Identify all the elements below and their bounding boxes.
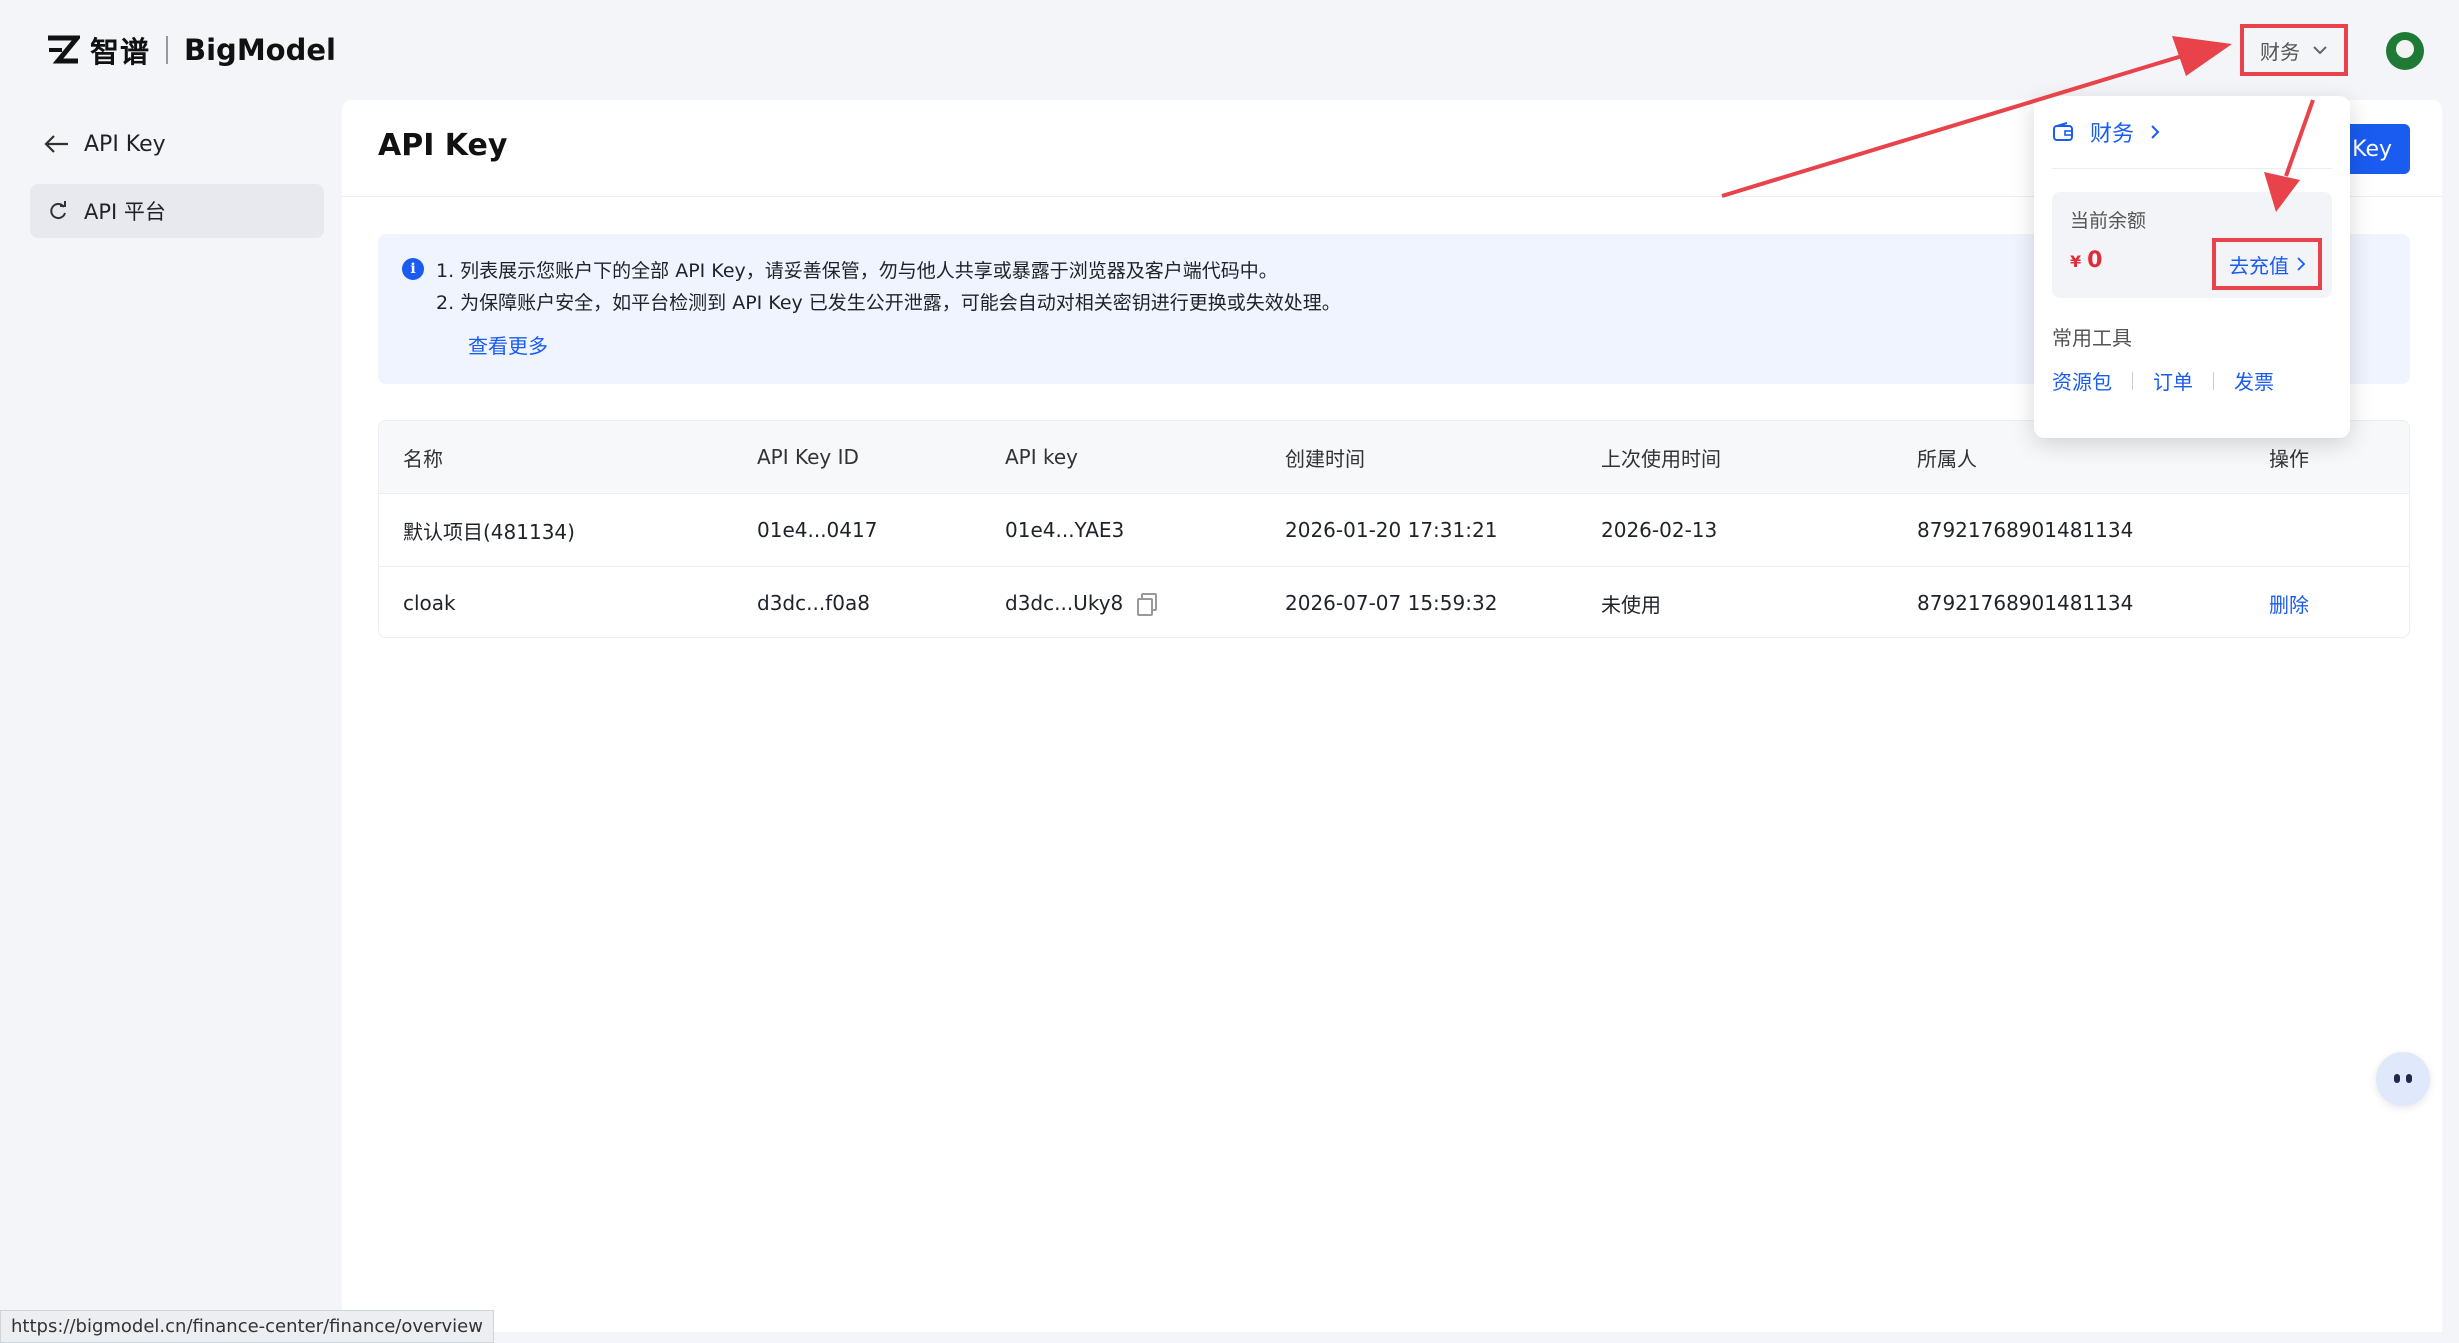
user-avatar[interactable] [2386,32,2424,70]
logo-en-text: BigModel [184,33,336,67]
cell-name: 默认项目(481134) [403,519,575,544]
sidebar-item-api-platform[interactable]: API 平台 [30,184,324,238]
logo[interactable]: 智谱 BigModel [46,30,336,70]
currency-symbol: ¥ [2070,252,2082,271]
api-key-text: d3dc...Uky8 [1005,591,1124,615]
tools-row: 资源包 订单 发票 [2052,366,2274,395]
cell-owner: 87921768901481134 [1917,591,2134,615]
tool-resource-pack[interactable]: 资源包 [2052,366,2112,395]
back-link-label: API Key [84,131,166,157]
cell-key-id: d3dc...f0a8 [757,591,870,615]
tool-orders[interactable]: 订单 [2153,366,2193,395]
column-header-owner: 所属人 [1917,446,1977,471]
column-header-key-id: API Key ID [757,445,859,469]
cell-key-id: 01e4...0417 [757,518,878,542]
finance-center-label: 财务 [2090,122,2135,147]
finance-menu-label: 财务 [2260,39,2300,64]
top-header: 智谱 BigModel 财务 [0,0,2459,100]
wallet-icon [2053,122,2073,141]
balance-card: 当前余额 ¥0 去充值 [2052,192,2332,298]
column-header-name: 名称 [403,446,443,471]
refresh-icon [50,201,66,220]
cell-last-used: 2026-02-13 [1601,518,1718,542]
balance-label: 当前余额 [2070,210,2147,232]
recharge-button[interactable]: 去充值 [2212,238,2322,290]
copy-icon[interactable] [1137,593,1158,616]
finance-center-link[interactable]: 财务 [2052,116,2160,148]
finance-menu-trigger[interactable]: 财务 [2240,24,2348,76]
cell-last-used: 未使用 [1601,592,1661,617]
tool-invoices[interactable]: 发票 [2234,366,2274,395]
api-key-table: 名称 API Key ID API key 创建时间 上次使用时间 所属人 操作… [378,420,2410,638]
cell-api-key: d3dc...Uky8 [1005,567,1158,637]
tools-label: 常用工具 [2052,326,2132,350]
sidebar-item-label: API 平台 [84,200,166,224]
assistant-bot-icon[interactable] [2376,1052,2430,1106]
notice-line-2: 2. 为保障账户安全，如平台检测到 API Key 已发生公开泄露，可能会自动对… [436,292,1341,314]
zhipu-logo-icon [48,35,80,64]
info-icon: i [402,258,424,280]
balance-amount: 0 [2087,248,2103,273]
page-title: API Key [378,128,508,163]
table-row: 默认项目(481134) 01e4...0417 01e4...YAE3 202… [379,493,2409,566]
status-bar-url: https://bigmodel.cn/finance-center/finan… [0,1310,494,1343]
finance-dropdown: 财务 当前余额 ¥0 去充值 常用工具 资源包 订单 发票 [2034,96,2350,438]
balance-value: ¥0 [2070,248,2102,273]
logo-separator [166,36,169,64]
column-header-api-key: API key [1005,445,1079,469]
cell-api-key: 01e4...YAE3 [1005,518,1125,542]
cell-created: 2026-07-07 15:59:32 [1285,591,1498,615]
back-link[interactable]: API Key [44,124,166,164]
tool-separator [2132,371,2133,390]
cell-name: cloak [403,591,456,615]
column-header-created: 创建时间 [1285,446,1365,471]
recharge-label: 去充值 [2229,253,2289,278]
column-header-last-used: 上次使用时间 [1601,446,1721,471]
chevron-right-icon [2297,257,2305,271]
cell-owner: 87921768901481134 [1917,518,2134,542]
chevron-right-icon [2151,125,2160,139]
tool-separator [2213,371,2214,390]
view-more-link[interactable]: 查看更多 [468,330,548,359]
logo-cn-text: 智谱 [90,35,151,69]
table-row: cloak d3dc...f0a8 d3dc...Uky8 2026-07-07… [379,566,2409,637]
chevron-down-icon [2313,46,2327,55]
notice-line-1: 1. 列表展示您账户下的全部 API Key，请妥善保管，勿与他人共享或暴露于浏… [436,260,1278,282]
dropdown-divider [2052,168,2332,169]
cell-created: 2026-01-20 17:31:21 [1285,518,1498,542]
arrow-left-icon [44,135,68,153]
delete-button[interactable]: 删除 [2269,567,2309,637]
